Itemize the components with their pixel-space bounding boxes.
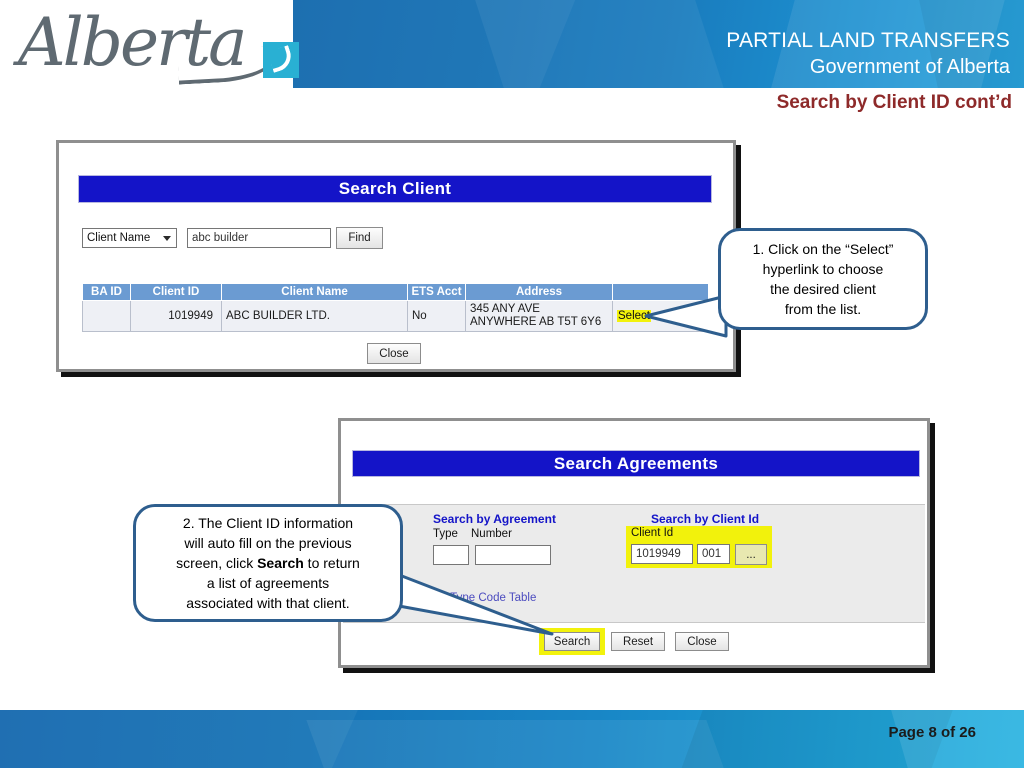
agreement-type-input[interactable] <box>433 545 469 565</box>
search-client-window: Search Client Client Name abc builder Fi… <box>59 143 733 369</box>
group-heading-search-by-client-id: Search by Client Id <box>651 512 760 526</box>
page-number: Page 8 of 26 <box>888 724 976 741</box>
callout-search-line-5: associated with that client. <box>186 595 350 611</box>
col-ets-acct: ETS Acct <box>407 283 466 301</box>
client-id-suffix-value: 001 <box>702 548 722 560</box>
alberta-accent-square-icon <box>263 42 299 78</box>
client-id-value: 1019949 <box>636 548 681 560</box>
group-heading-search-by-agreement: Search by Agreement <box>433 512 556 526</box>
agreement-number-input[interactable] <box>475 545 551 565</box>
find-button[interactable]: Find <box>336 227 383 249</box>
callout-search-line-3c: to return <box>303 555 360 571</box>
label-client-id: Client Id <box>631 527 674 539</box>
search-client-close-button[interactable]: Close <box>367 343 421 364</box>
callout-select-line-2: hyperlink to choose <box>762 261 884 277</box>
table-row: 1019949 ABC BUILDER LTD. No 345 ANY AVE … <box>82 300 709 332</box>
callout-select: 1. Click on the “Select” hyperlink to ch… <box>718 228 928 330</box>
cell-client-id: 1019949 <box>130 300 222 332</box>
callout-search-line-1: 2. The Client ID information <box>182 515 354 531</box>
agreements-reset-label: Reset <box>622 635 654 648</box>
client-search-input[interactable]: abc builder <box>187 228 331 248</box>
client-id-browse-button[interactable]: ... <box>735 544 767 565</box>
client-id-browse-label: ... <box>746 548 756 561</box>
callout-select-text: 1. Click on the “Select” hyperlink to ch… <box>753 239 894 319</box>
cell-client-name: ABC BUILDER LTD. <box>221 300 408 332</box>
col-action <box>612 283 709 301</box>
agreements-search-label: Search <box>553 635 591 648</box>
agreements-close-button[interactable]: Close <box>675 632 729 651</box>
agreements-search-button[interactable]: Search <box>544 632 600 651</box>
select-hyperlink[interactable]: Select <box>617 310 651 322</box>
header-facet-2 <box>468 0 738 88</box>
header-org-title: Government of Alberta <box>809 56 1010 78</box>
callout-search-line-3: screen, click Search to return <box>176 553 360 573</box>
slide-subtitle: Search by Client ID cont’d <box>776 92 1012 113</box>
search-client-title-bar: Search Client <box>78 175 712 203</box>
label-agreement-type: Type <box>433 528 458 540</box>
callout-search-line-4: a list of agreements <box>206 575 330 591</box>
search-agreements-window: Search Agreements Search by Agreement Ty… <box>341 421 927 665</box>
address-line-2: ANYWHERE AB T5T 6Y6 <box>470 316 602 328</box>
client-search-field-select-value: Client Name <box>87 232 151 244</box>
client-search-field-select[interactable]: Client Name <box>82 228 177 248</box>
cell-ba-id <box>82 300 131 332</box>
address-line-1: 345 ANY AVE <box>470 303 540 315</box>
search-agreements-title-bar: Search Agreements <box>352 450 920 477</box>
agreement-type-code-table-link[interactable]: Agreement Type Code Table <box>391 592 536 604</box>
header-program-title: PARTIAL LAND TRANSFERS <box>726 29 1010 52</box>
client-id-suffix-input[interactable]: 001 <box>697 544 730 564</box>
cell-address: 345 ANY AVE ANYWHERE AB T5T 6Y6 <box>465 300 613 332</box>
callout-search-line-2: will auto fill on the previous <box>184 535 352 551</box>
callout-search: 2. The Client ID information will auto f… <box>133 504 403 622</box>
client-results-header-row: BA ID Client ID Client Name ETS Acct Add… <box>82 283 709 301</box>
col-client-name: Client Name <box>221 283 408 301</box>
footer-banner: Page 8 of 26 <box>0 710 1024 768</box>
cell-ets-acct: No <box>407 300 466 332</box>
screenshot-panel-search-client: Search Client Client Name abc builder Fi… <box>56 140 736 372</box>
callout-select-line-4: from the list. <box>784 301 862 317</box>
col-ba-id: BA ID <box>82 283 131 301</box>
header-title-block: PARTIAL LAND TRANSFERS Government of Alb… <box>726 28 1010 80</box>
callout-select-line-1: 1. Click on the “Select” <box>752 241 894 257</box>
callout-select-line-3: the desired client <box>770 281 876 297</box>
search-client-close-label: Close <box>379 347 409 360</box>
agreements-close-label: Close <box>687 635 717 648</box>
client-id-input[interactable]: 1019949 <box>631 544 693 564</box>
agreements-reset-button[interactable]: Reset <box>611 632 665 651</box>
screenshot-panel-search-agreements: Search Agreements Search by Agreement Ty… <box>338 418 930 668</box>
slide-page: Alberta PARTIAL LAND TRANSFERS Governmen… <box>0 0 1024 768</box>
chevron-down-icon <box>159 230 175 246</box>
col-client-id: Client ID <box>130 283 222 301</box>
callout-search-line-3-bold: Search <box>257 555 304 571</box>
client-search-input-value: abc builder <box>192 232 249 244</box>
client-results-table: BA ID Client ID Client Name ETS Acct Add… <box>82 283 709 332</box>
callout-search-text: 2. The Client ID information will auto f… <box>176 513 360 613</box>
callout-search-line-3a: screen, click <box>176 555 258 571</box>
cell-action: Select <box>612 300 709 332</box>
find-button-label: Find <box>348 232 371 244</box>
col-address: Address <box>465 283 613 301</box>
alberta-logo: Alberta <box>18 4 299 88</box>
label-agreement-number: Number <box>471 528 512 540</box>
